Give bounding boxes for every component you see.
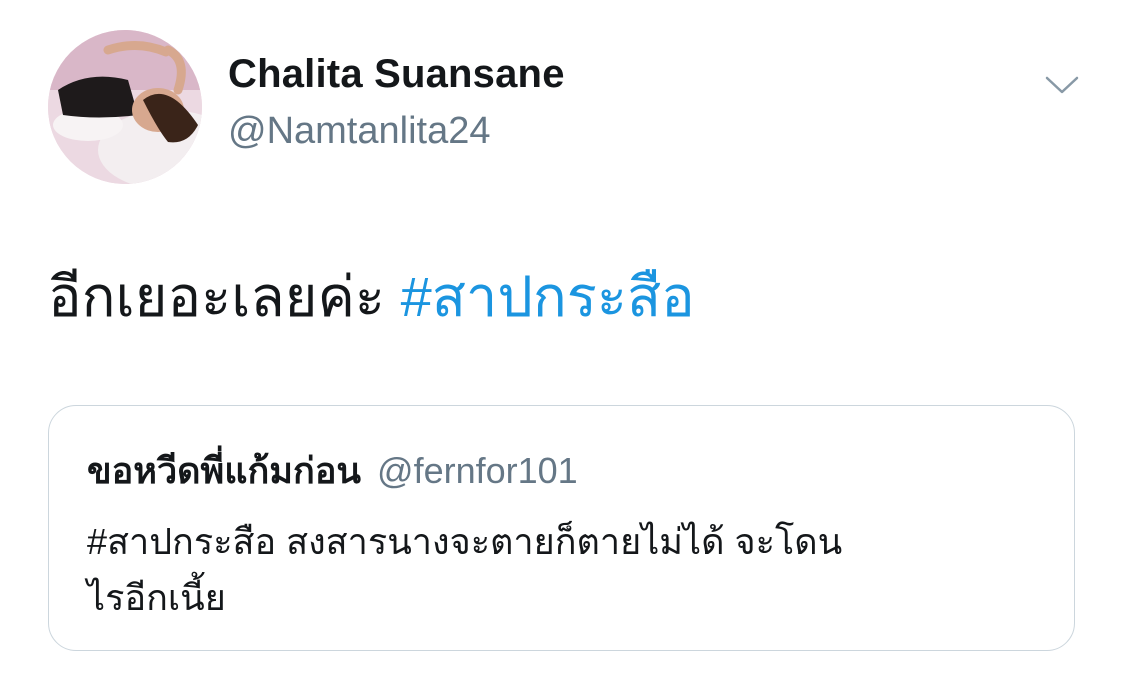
author-display-name[interactable]: Chalita Suansane xyxy=(228,52,565,97)
quoted-tweet-line: ไรอีกเนี้ย xyxy=(87,577,226,618)
quoted-tweet-card[interactable]: ขอหวีดพี่แก้มก่อน @fernfor101 #สาปกระสือ … xyxy=(48,405,1075,651)
chevron-down-icon[interactable] xyxy=(1040,68,1084,102)
quoted-tweet-header: ขอหวีดพี่แก้มก่อน @fernfor101 xyxy=(87,442,578,499)
author-handle[interactable]: @Namtanlita24 xyxy=(228,110,490,153)
tweet-body-text: อีกเยอะเลยค่ะ xyxy=(48,265,401,328)
quoted-tweet-line: #สาปกระสือ สงสารนางจะตายก็ตายไม่ได้ จะโด… xyxy=(87,521,843,562)
hashtag-link[interactable]: #สาปกระสือ xyxy=(401,265,695,328)
tweet-text: อีกเยอะเลยค่ะ #สาปกระสือ xyxy=(48,262,695,332)
avatar[interactable] xyxy=(48,30,202,184)
quoted-tweet-text: #สาปกระสือ สงสารนางจะตายก็ตายไม่ได้ จะโด… xyxy=(87,514,1027,626)
quoted-author-handle: @fernfor101 xyxy=(377,450,578,491)
quoted-author-name: ขอหวีดพี่แก้มก่อน xyxy=(87,450,362,491)
